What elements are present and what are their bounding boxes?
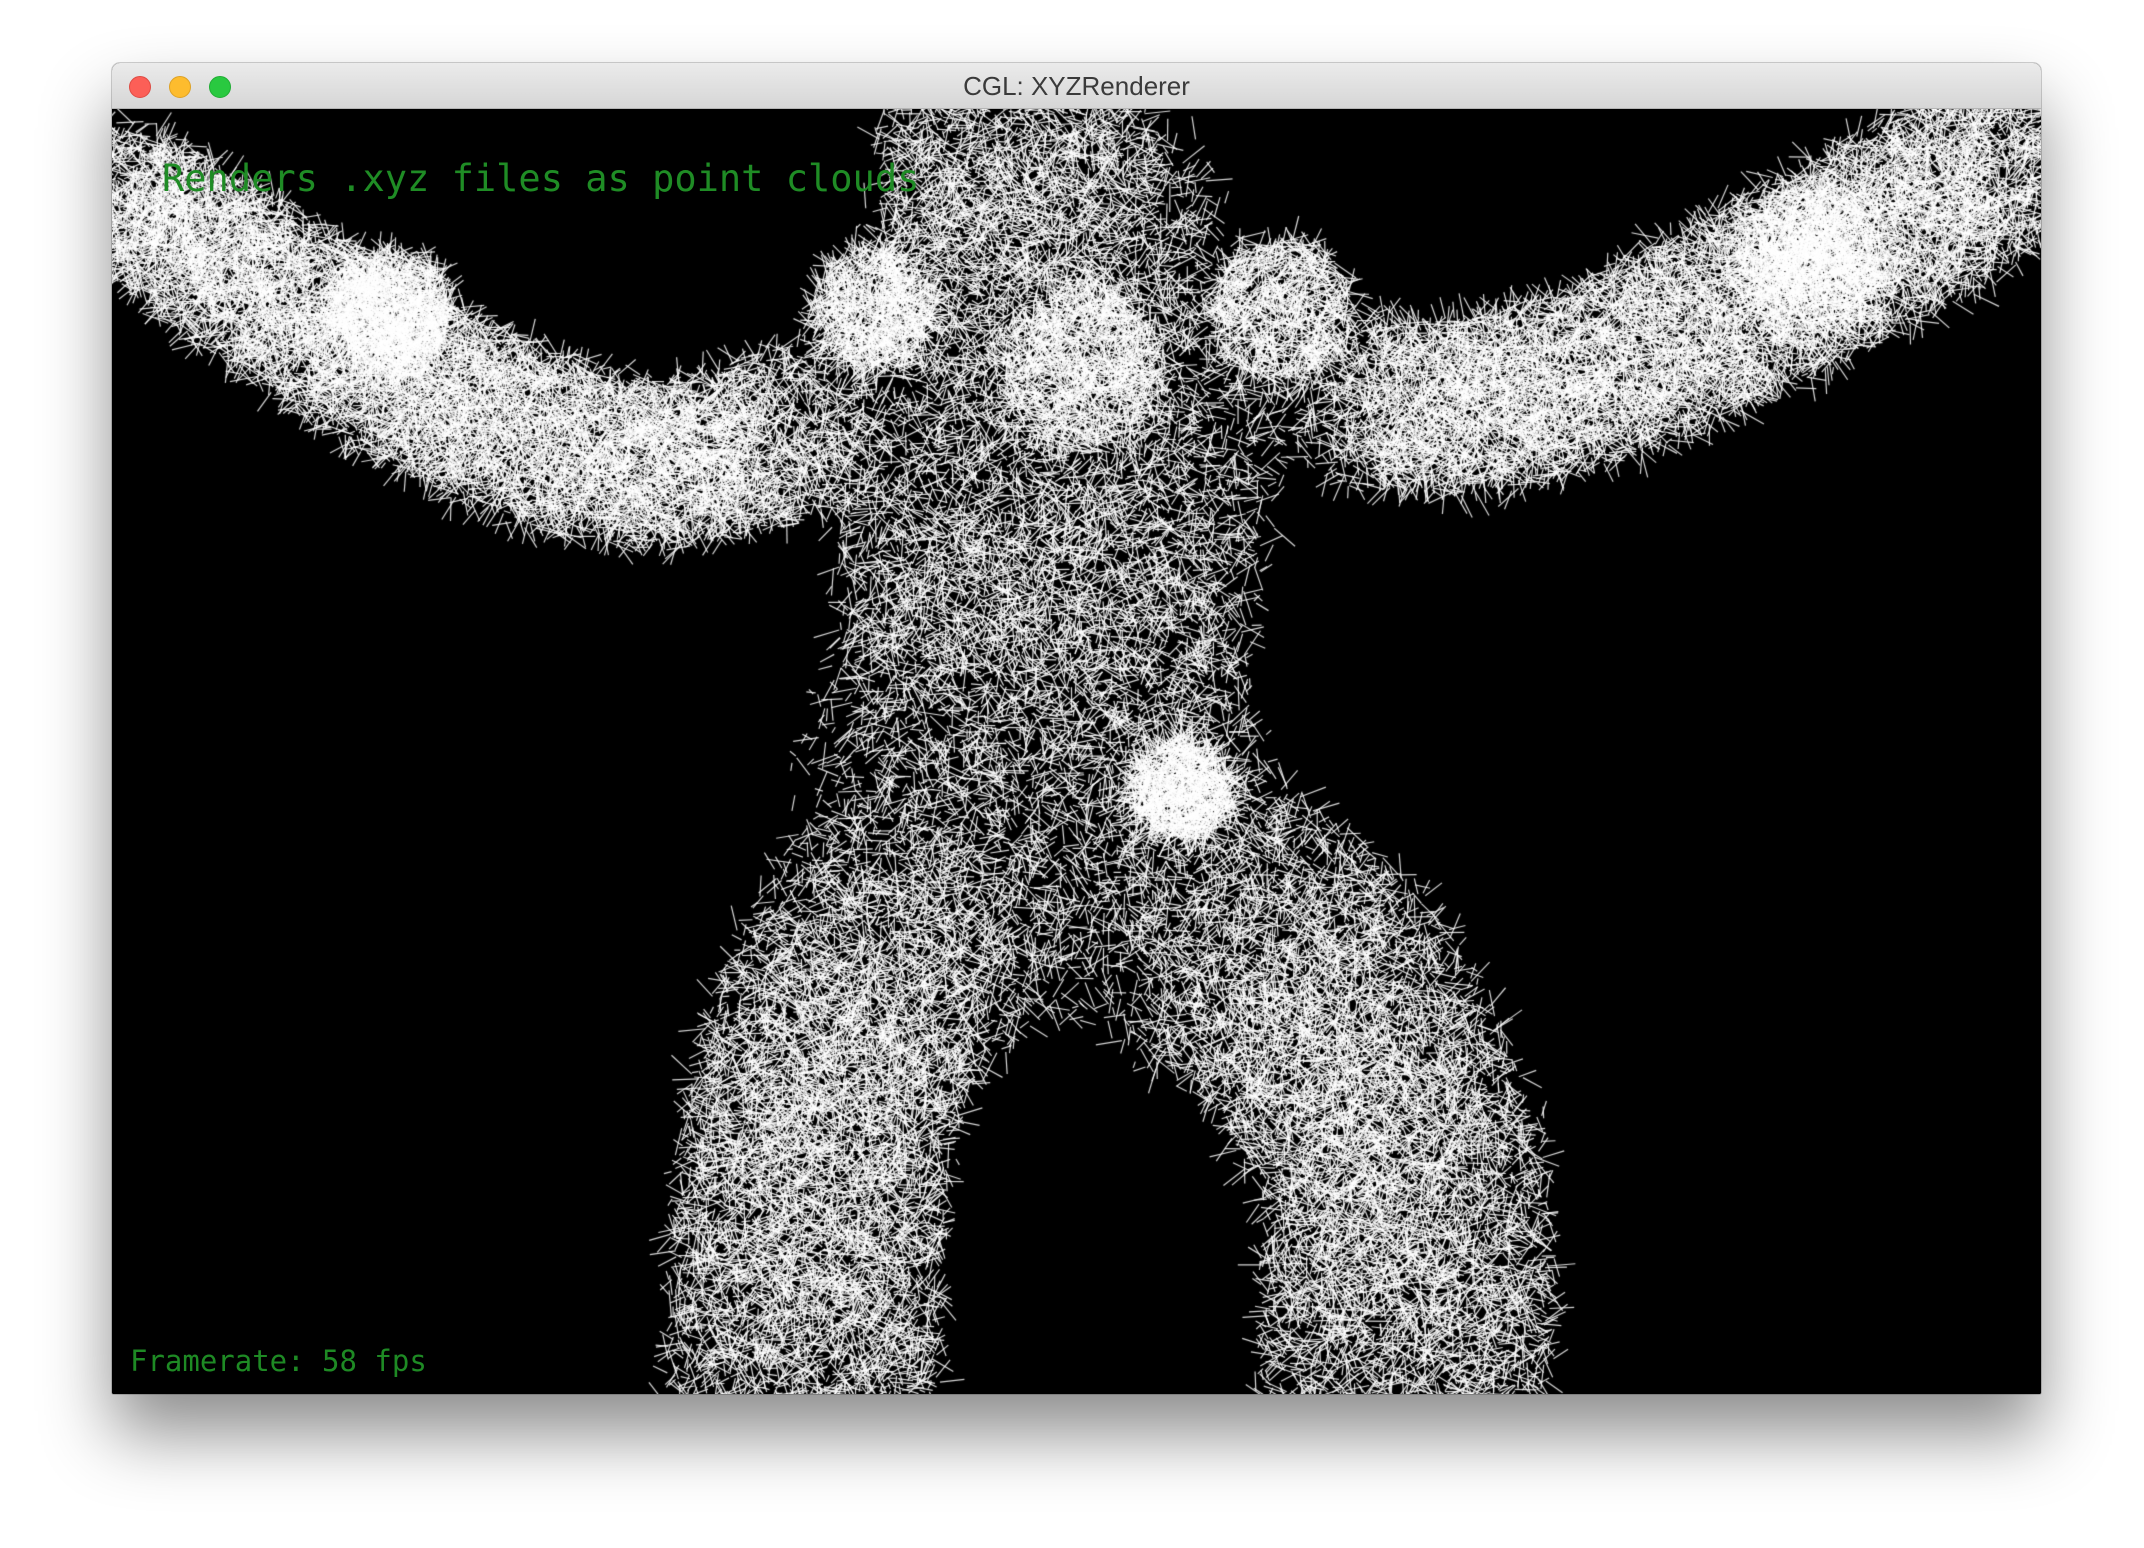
app-window: CGL: XYZRenderer Renders .xyz files as p… — [112, 63, 2041, 1394]
window-title: CGL: XYZRenderer — [963, 71, 1190, 101]
framerate-text: Framerate: 58 fps — [130, 1344, 427, 1378]
render-viewport[interactable]: Renders .xyz files as point clouds Frame… — [112, 109, 2041, 1394]
title-bar[interactable]: CGL: XYZRenderer — [112, 63, 2041, 109]
point-cloud-canvas[interactable] — [112, 109, 2041, 1394]
description-text: Renders .xyz files as point clouds — [162, 157, 920, 200]
